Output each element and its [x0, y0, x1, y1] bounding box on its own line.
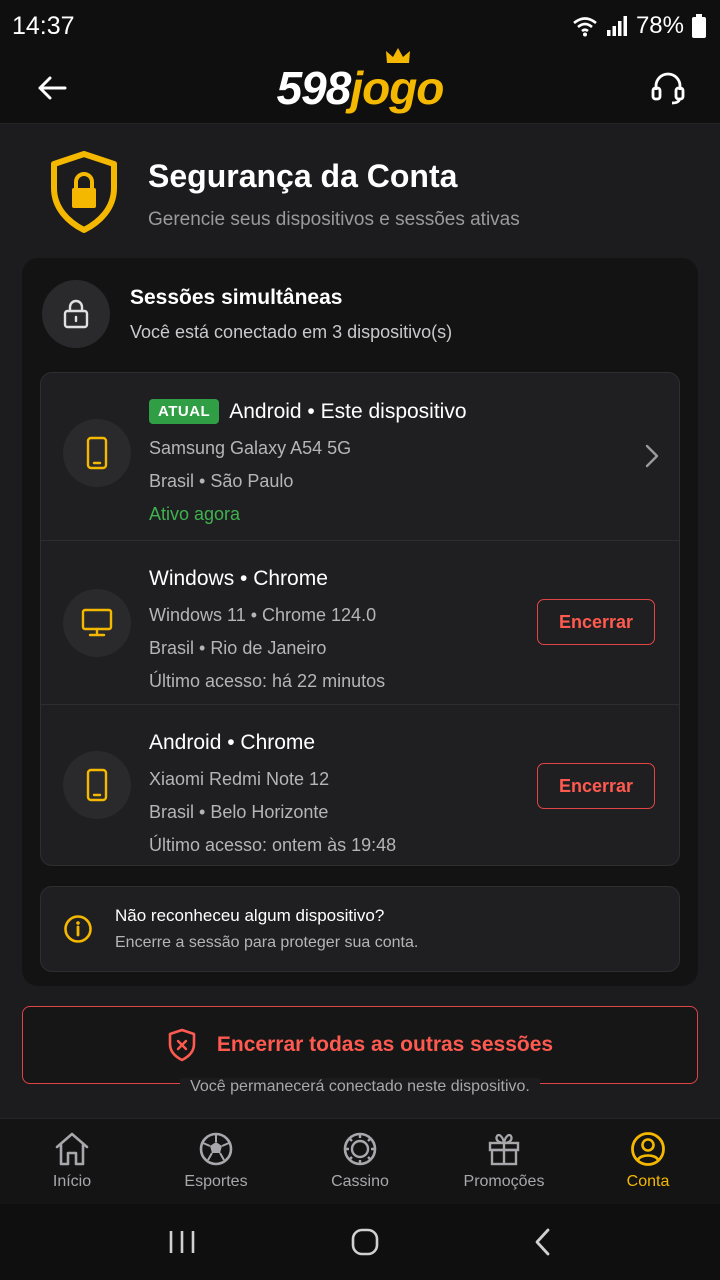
end-all-label: Encerrar todas as outras sessões — [216, 1033, 554, 1056]
lock-icon — [63, 299, 89, 329]
page-header: Segurança da Conta Gerencie seus disposi… — [48, 150, 520, 234]
app-logo: 598jogo — [276, 47, 444, 115]
back-button[interactable] — [30, 66, 74, 110]
sessions-card-header: Sessões simultâneas Você está conectado … — [42, 280, 452, 348]
nav-label: Conta — [626, 1173, 670, 1190]
notice-title: Não reconheceu algum dispositivo? — [115, 906, 385, 925]
nav-item-cassino[interactable]: Cassino — [288, 1119, 432, 1204]
session-location: Brasil • Rio de Janeiro — [149, 638, 327, 658]
signal-icon — [606, 16, 627, 36]
session-details: Android • Chrome Xiaomi Redmi Note 12 Br… — [149, 731, 396, 856]
sessions-count: Você está conectado em 3 dispositivo(s) — [130, 321, 453, 342]
device-badge — [63, 589, 131, 657]
end-all-sessions-button[interactable]: Encerrar todas as outras sessões — [22, 1006, 698, 1084]
session-status: Ativo agora — [149, 504, 241, 524]
crown-icon — [385, 47, 410, 63]
sessions-list: ATUAL Android • Este dispositivo Samsung… — [40, 372, 680, 866]
battery-percent: 78% — [635, 12, 684, 39]
status-icons: 78% — [572, 12, 706, 40]
unknown-device-notice: Não reconheceu algum dispositivo? Encerr… — [40, 886, 680, 972]
session-details: ATUAL Android • Este dispositivo Samsung… — [149, 399, 467, 525]
sessions-card: Sessões simultâneas Você está conectado … — [22, 258, 698, 986]
nav-label: Promoções — [463, 1173, 545, 1190]
session-last-access: Último acesso: há 22 minutos — [149, 671, 386, 691]
arrow-left-icon — [38, 76, 67, 99]
chevron-right-icon — [645, 444, 659, 468]
shield-lock-icon — [51, 151, 117, 233]
session-item: Windows • Chrome Windows 11 • Chrome 124… — [41, 541, 679, 705]
session-title: Android • Chrome — [149, 731, 316, 754]
app-header: 598jogo — [0, 47, 720, 124]
end-all-note: Você permanecerá conectado neste disposi… — [180, 1078, 540, 1095]
info-icon — [64, 915, 92, 943]
bottom-navigation: Início Esportes Cassino Promoções Conta — [0, 1118, 720, 1204]
session-item: Android • Chrome Xiaomi Redmi Note 12 Br… — [41, 705, 679, 865]
end-session-button[interactable]: Encerrar — [537, 763, 655, 809]
status-bar: 14:37 78% — [0, 0, 720, 52]
home-icon — [55, 1132, 89, 1166]
wifi-icon — [573, 17, 597, 37]
notice-subtitle: Encerre a sessão para proteger sua conta… — [115, 934, 419, 951]
session-location: Brasil • Belo Horizonte — [149, 802, 329, 822]
device-badge — [63, 419, 131, 487]
battery-icon — [692, 14, 706, 38]
status-time: 14:37 — [12, 11, 75, 40]
back-nav-icon[interactable] — [533, 1227, 553, 1257]
nav-label: Esportes — [184, 1173, 248, 1190]
lock-badge — [42, 280, 110, 348]
nav-item-esportes[interactable]: Esportes — [144, 1119, 288, 1204]
gift-icon — [488, 1133, 520, 1166]
nav-item-conta[interactable]: Conta — [576, 1119, 720, 1204]
session-item-current[interactable]: ATUAL Android • Este dispositivo Samsung… — [41, 373, 679, 541]
smartphone-icon — [86, 436, 108, 470]
recent-apps-icon[interactable] — [167, 1229, 197, 1255]
sessions-title: Sessões simultâneas — [130, 285, 343, 309]
nav-item-promocoes[interactable]: Promoções — [432, 1119, 576, 1204]
session-title: Android • Este dispositivo — [229, 399, 467, 423]
logo-number: 598 — [276, 61, 352, 114]
session-title-row: ATUAL Android • Este dispositivo — [149, 399, 467, 424]
shield-x-icon — [168, 1028, 196, 1062]
nav-item-inicio[interactable]: Início — [0, 1119, 144, 1204]
user-circle-icon — [631, 1132, 665, 1166]
smartphone-icon — [86, 768, 108, 802]
end-session-button[interactable]: Encerrar — [537, 599, 655, 645]
system-navigation-bar — [0, 1204, 720, 1280]
monitor-icon — [81, 608, 113, 637]
nav-label: Cassino — [331, 1173, 389, 1190]
soccer-ball-icon — [199, 1132, 233, 1166]
session-location: Brasil • São Paulo — [149, 471, 294, 491]
session-device: Samsung Galaxy A54 5G — [149, 438, 352, 458]
session-device: Windows 11 • Chrome 124.0 — [149, 605, 377, 625]
casino-chip-icon — [343, 1132, 377, 1166]
page-title: Segurança da Conta — [148, 158, 458, 194]
current-session-badge: ATUAL — [149, 399, 220, 424]
session-device: Xiaomi Redmi Note 12 — [149, 769, 330, 789]
home-button-icon[interactable] — [350, 1227, 380, 1257]
page-subtitle: Gerencie seus dispositivos e sessões ati… — [148, 209, 520, 230]
support-button[interactable] — [646, 66, 690, 110]
session-last-access: Último acesso: ontem às 19:48 — [149, 835, 397, 855]
session-title: Windows • Chrome — [149, 567, 328, 590]
end-all-note-row: Você permanecerá conectado neste disposi… — [0, 1078, 720, 1096]
logo-word: jogo — [350, 61, 444, 114]
device-badge — [63, 751, 131, 819]
headset-icon — [651, 72, 685, 104]
nav-label: Início — [52, 1173, 92, 1190]
session-details: Windows • Chrome Windows 11 • Chrome 124… — [149, 567, 385, 692]
